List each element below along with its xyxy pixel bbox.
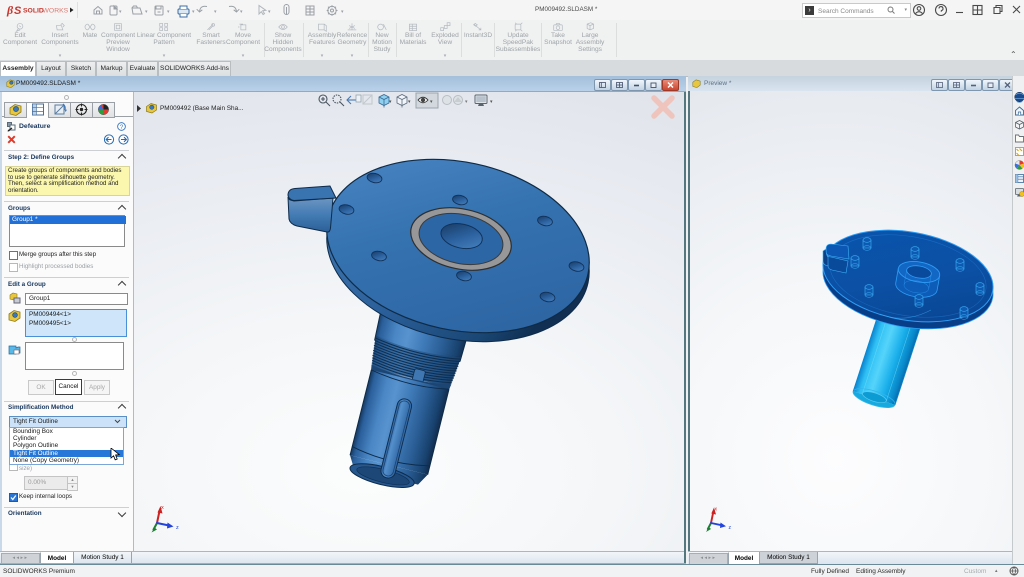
svg-text:z: z [176, 525, 179, 531]
svg-text:▾: ▾ [268, 9, 271, 15]
svg-text:WORKS: WORKS [43, 8, 69, 15]
svg-text:▾: ▾ [490, 99, 493, 105]
svg-text:▾: ▾ [408, 99, 411, 105]
svg-text:▾: ▾ [214, 9, 217, 15]
svg-text:▾: ▾ [192, 9, 195, 15]
svg-text:?: ? [120, 124, 124, 131]
svg-text:▾: ▾ [119, 9, 122, 15]
svg-text:x: x [715, 507, 718, 513]
svg-text:z: z [729, 525, 732, 531]
svg-text:▾: ▾ [240, 9, 243, 15]
svg-text:PM009492 (Base Main Sha...: PM009492 (Base Main Sha... [160, 105, 244, 112]
svg-text:▾: ▾ [465, 99, 468, 105]
svg-text:S: S [14, 5, 22, 17]
svg-text:▾: ▾ [167, 9, 170, 15]
svg-text:SOLID: SOLID [23, 8, 44, 15]
svg-text:▾: ▾ [145, 9, 148, 15]
svg-text:▾: ▾ [389, 99, 392, 105]
svg-text:▾: ▾ [341, 9, 344, 15]
svg-text:x: x [161, 505, 164, 511]
svg-text:β: β [6, 3, 14, 17]
